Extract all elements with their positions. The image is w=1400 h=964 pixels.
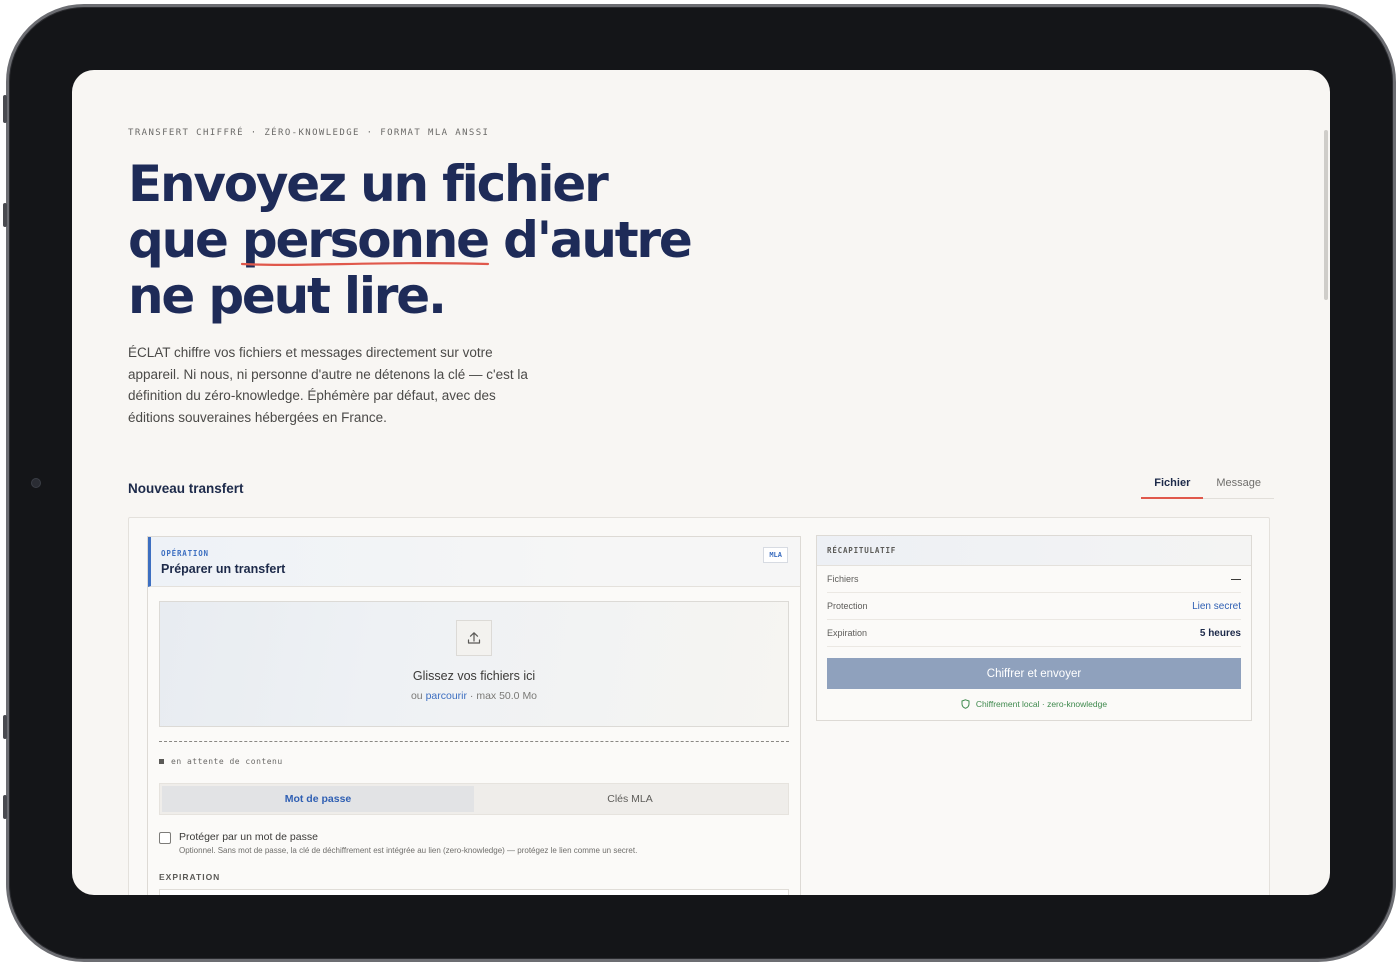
status-square-icon — [159, 759, 164, 764]
empty-dash-icon — [1231, 578, 1241, 580]
dropzone-sub-prefix: ou — [410, 690, 426, 702]
summary-card: RÉCAPITULATIF Fichiers Protection Lien s… — [816, 535, 1252, 721]
operation-card: OPÉRATION Préparer un transfert MLA Glis… — [147, 536, 801, 895]
hardware-button — [3, 95, 7, 123]
password-checkbox-label[interactable]: Protéger par un mot de passe — [179, 831, 637, 843]
hero-underlined-word: personne — [240, 212, 490, 268]
underline-stroke — [240, 262, 490, 266]
tab-fichier[interactable]: Fichier — [1141, 470, 1204, 499]
operation-title: Préparer un transfert — [161, 562, 286, 576]
summary-row-expiration: Expiration 5 heures — [827, 620, 1241, 647]
transfer-type-tabs: Fichier Message — [1141, 470, 1274, 499]
summary-protection-label: Protection — [827, 601, 868, 611]
password-checkbox[interactable] — [159, 832, 171, 844]
transfer-panel: OPÉRATION Préparer un transfert MLA Glis… — [128, 517, 1270, 895]
mla-badge: MLA — [763, 547, 788, 563]
password-option: Protéger par un mot de passe Optionnel. … — [159, 831, 637, 855]
summary-expiration-label: Expiration — [827, 628, 868, 638]
browse-link[interactable]: parcourir — [426, 690, 467, 702]
summary-files-label: Fichiers — [827, 574, 859, 584]
hero-headline: Envoyez un fichier que personne d'autre … — [128, 156, 728, 324]
summary-kicker: RÉCAPITULATIF — [827, 546, 897, 555]
shield-icon — [961, 699, 970, 709]
summary-protection-value: Lien secret — [1192, 600, 1241, 612]
operation-kicker: OPÉRATION — [161, 549, 209, 558]
hero-text: d'autre — [487, 211, 693, 269]
dropzone-title: Glissez vos fichiers ici — [412, 669, 536, 683]
expiration-select[interactable] — [159, 889, 789, 895]
password-help-text: Optionnel. Sans mot de passe, la clé de … — [179, 846, 638, 855]
dropzone-sub-suffix: · max 50.0 Mo — [467, 690, 538, 702]
summary-row-files: Fichiers — [827, 566, 1241, 593]
encrypt-send-button[interactable]: Chiffrer et envoyer — [827, 658, 1241, 689]
password-option-text: Protéger par un mot de passe Optionnel. … — [179, 831, 637, 855]
file-dropzone[interactable]: Glissez vos fichiers ici ou parcourir · … — [159, 601, 789, 727]
hero-text: que — [128, 211, 242, 269]
operation-header: OPÉRATION Préparer un transfert MLA — [148, 537, 800, 587]
encryption-note-text: Chiffrement local · zero-knowledge — [975, 699, 1108, 709]
upload-arrow-icon — [467, 632, 481, 644]
eyebrow-tagline: TRANSFERT CHIFFRÉ · ZÉRO-KNOWLEDGE · FOR… — [128, 128, 490, 138]
status-text: en attente de contenu — [171, 757, 283, 766]
encryption-note: Chiffrement local · zero-knowledge — [817, 699, 1251, 709]
hero-line-1: Envoyez un fichier — [128, 155, 609, 213]
hardware-button — [3, 203, 7, 227]
expiration-label: EXPIRATION — [159, 872, 221, 882]
upload-icon[interactable] — [456, 620, 492, 656]
summary-row-protection: Protection Lien secret — [827, 593, 1241, 620]
lead-paragraph: ÉCLAT chiffre vos fichiers et messages d… — [128, 345, 528, 425]
content-status: en attente de contenu — [159, 757, 283, 766]
hero-line-3: ne peut lire. — [128, 267, 447, 325]
page-scrollbar[interactable] — [1324, 130, 1328, 300]
hardware-button — [3, 715, 7, 739]
tab-message[interactable]: Message — [1203, 470, 1274, 499]
segment-mot-de-passe[interactable]: Mot de passe — [162, 786, 474, 812]
divider — [159, 741, 789, 742]
hardware-button — [3, 795, 7, 819]
protection-mode-switch: Mot de passe Clés MLA — [159, 783, 789, 815]
segment-cles-mla[interactable]: Clés MLA — [474, 786, 786, 812]
camera — [31, 478, 41, 488]
app-screen: TRANSFERT CHIFFRÉ · ZÉRO-KNOWLEDGE · FOR… — [72, 70, 1330, 895]
summary-expiration-value: 5 heures — [1199, 627, 1241, 639]
summary-header: RÉCAPITULATIF — [817, 536, 1251, 566]
section-title: Nouveau transfert — [128, 481, 244, 496]
dropzone-subtitle: ou parcourir · max 50.0 Mo — [160, 690, 788, 702]
hero-line-2: que personne d'autre — [128, 212, 728, 268]
